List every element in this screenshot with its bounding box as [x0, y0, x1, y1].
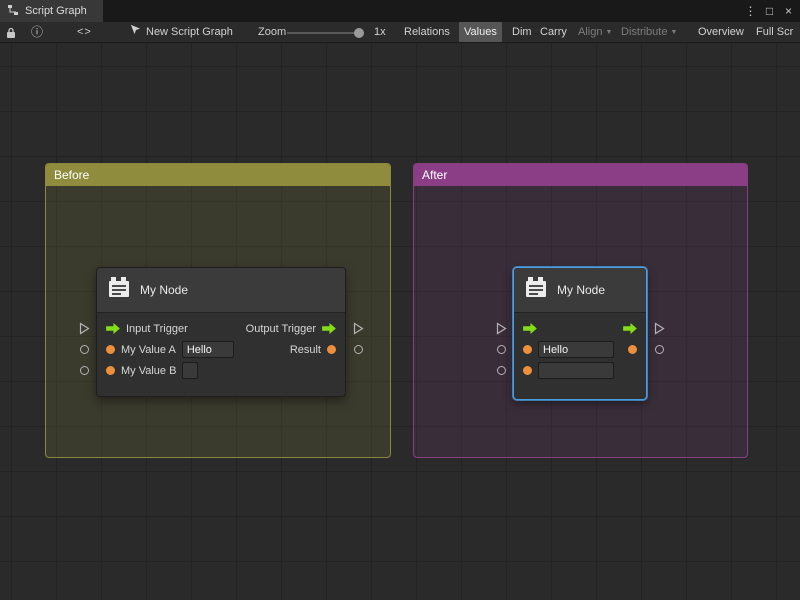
- tab-label: Script Graph: [25, 5, 87, 17]
- port-row-triggers: [514, 318, 646, 339]
- result-label: Result: [290, 344, 321, 356]
- value-a-outer-port-icon[interactable]: [80, 345, 89, 354]
- distribute-label: Distribute: [621, 26, 667, 38]
- relations-button[interactable]: Relations: [399, 22, 455, 42]
- tab-bar: Script Graph ⋮ □ ×: [0, 0, 800, 22]
- fullscreen-button[interactable]: Full Scr: [751, 22, 798, 42]
- flow-output-port-icon[interactable]: [623, 323, 637, 334]
- script-node-icon: [107, 276, 131, 304]
- graph-toolbar: ⓘ <> New Script Graph Zoom 1x Relations …: [0, 22, 800, 43]
- script-graph-icon: [7, 4, 19, 19]
- output-trigger-label: Output Trigger: [246, 323, 316, 335]
- values-button[interactable]: Values: [459, 22, 502, 42]
- zoom-label: Zoom: [258, 22, 286, 42]
- result-port-icon[interactable]: [628, 345, 637, 354]
- result-port-icon[interactable]: [327, 345, 336, 354]
- result-outer-port-icon[interactable]: [655, 345, 664, 354]
- tab-script-graph[interactable]: Script Graph: [0, 0, 103, 22]
- info-icon[interactable]: ⓘ: [31, 22, 43, 42]
- value-b-port-icon[interactable]: [523, 366, 532, 375]
- node-body: Input Trigger Output Trigger My Value A: [97, 313, 345, 381]
- window-menu-icon[interactable]: ⋮: [742, 0, 759, 22]
- my-value-a-input[interactable]: [182, 341, 234, 358]
- chevron-down-icon: ▼: [670, 29, 677, 36]
- script-node-icon: [524, 276, 548, 304]
- flow-input-outer-port-icon[interactable]: [496, 322, 507, 335]
- carry-button[interactable]: Carry: [535, 22, 572, 42]
- align-dropdown[interactable]: Align▼: [573, 22, 617, 42]
- node-after-wrapper: My Node: [513, 267, 647, 400]
- value-b-outer-port-icon[interactable]: [80, 366, 89, 375]
- input-trigger-label: Input Trigger: [126, 323, 188, 335]
- flow-output-outer-port-icon[interactable]: [353, 322, 364, 335]
- graph-name: New Script Graph: [146, 22, 233, 42]
- group-before-title[interactable]: Before: [46, 164, 390, 186]
- node-title: My Node: [140, 283, 188, 297]
- distribute-dropdown[interactable]: Distribute▼: [616, 22, 682, 42]
- node-header[interactable]: My Node: [514, 268, 646, 313]
- group-after-title[interactable]: After: [414, 164, 747, 186]
- chevron-down-icon: ▼: [605, 29, 612, 36]
- close-icon[interactable]: ×: [780, 0, 797, 22]
- zoom-slider[interactable]: [287, 32, 361, 34]
- my-value-b-input[interactable]: [538, 362, 614, 379]
- flow-output-outer-port-icon[interactable]: [654, 322, 665, 335]
- node-header[interactable]: My Node: [97, 268, 345, 313]
- unity-script-graph-window: Script Graph ⋮ □ × ⓘ <> New Script Graph…: [0, 0, 800, 600]
- node-before-wrapper: My Node Input Trigger Output Trigger: [96, 267, 346, 397]
- port-row-value-a: [514, 339, 646, 360]
- port-row-value-b: [514, 360, 646, 381]
- maximize-icon[interactable]: □: [761, 0, 778, 22]
- node-body: [514, 313, 646, 381]
- value-a-port-icon[interactable]: [106, 345, 115, 354]
- zoom-value: 1x: [374, 22, 386, 42]
- value-b-port-icon[interactable]: [106, 366, 115, 375]
- node-title: My Node: [557, 283, 605, 297]
- my-node-before[interactable]: My Node Input Trigger Output Trigger: [96, 267, 346, 397]
- value-b-outer-port-icon[interactable]: [497, 366, 506, 375]
- align-label: Align: [578, 26, 602, 38]
- port-row-triggers: Input Trigger Output Trigger: [97, 318, 345, 339]
- graph-pointer-icon: [130, 22, 141, 42]
- dim-button[interactable]: Dim: [507, 22, 537, 42]
- result-outer-port-icon[interactable]: [354, 345, 363, 354]
- flow-input-port-icon[interactable]: [106, 323, 120, 334]
- my-node-after-selected[interactable]: My Node: [513, 267, 647, 400]
- port-row-value-b: My Value B: [97, 360, 345, 381]
- my-value-a-label: My Value A: [121, 344, 176, 356]
- graph-breadcrumb[interactable]: New Script Graph: [130, 22, 233, 42]
- flow-input-outer-port-icon[interactable]: [79, 322, 90, 335]
- my-value-a-input[interactable]: [538, 341, 614, 358]
- my-value-b-input[interactable]: [182, 362, 198, 379]
- graph-canvas[interactable]: Before After My Node: [0, 43, 800, 600]
- flow-input-port-icon[interactable]: [523, 323, 537, 334]
- overview-button[interactable]: Overview: [693, 22, 749, 42]
- window-controls: ⋮ □ ×: [742, 0, 797, 22]
- code-icon[interactable]: <>: [77, 22, 92, 42]
- value-a-port-icon[interactable]: [523, 345, 532, 354]
- flow-output-port-icon[interactable]: [322, 323, 336, 334]
- my-value-b-label: My Value B: [121, 365, 176, 377]
- zoom-slider-handle[interactable]: [354, 28, 364, 38]
- value-a-outer-port-icon[interactable]: [497, 345, 506, 354]
- port-row-value-a: My Value A Result: [97, 339, 345, 360]
